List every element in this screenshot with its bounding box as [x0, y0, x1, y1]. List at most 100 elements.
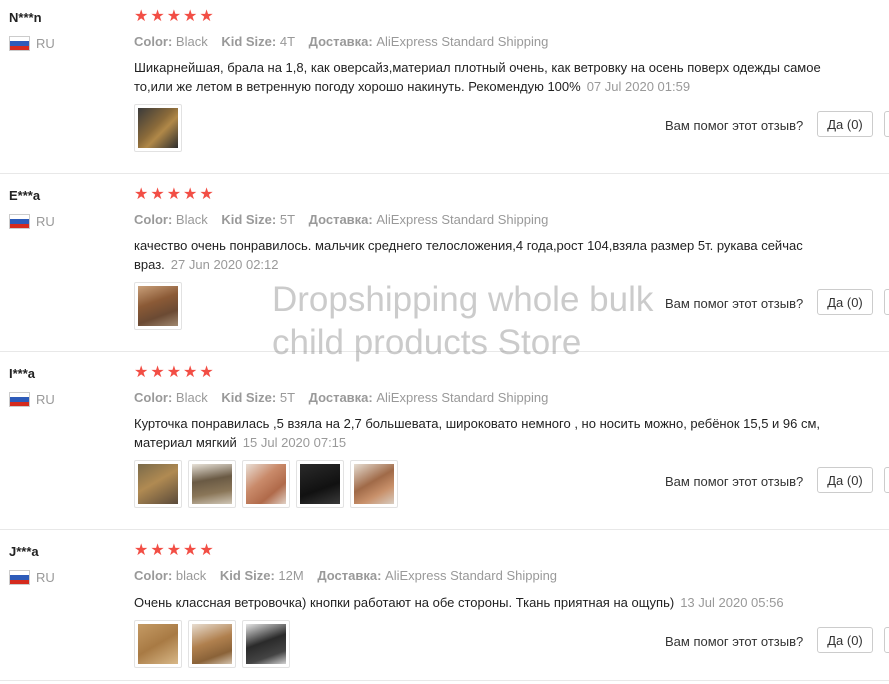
order-attributes: Color: Black Kid Size: 5T Доставка: AliE… [134, 390, 558, 405]
russia-flag-icon [9, 392, 30, 407]
star-icon: ★ [166, 8, 182, 25]
review-date: 15 Jul 2020 07:15 [242, 435, 347, 450]
star-icon: ★ [150, 8, 165, 25]
review-card: I***a RU ★ ★ ★ ★ ★ Color: Black Kid Size: 5T… [0, 352, 889, 530]
reviewer-country: RU [9, 36, 55, 51]
shipping-value: AliExpress Standard Shipping [385, 568, 558, 583]
review-photos [134, 620, 290, 668]
helpful-prompt: Вам помог этот отзыв? [665, 296, 804, 311]
star-icon: ★ [166, 542, 182, 559]
size-label: Kid Size: [219, 568, 275, 583]
review-photo[interactable] [188, 460, 236, 508]
review-photo[interactable] [134, 620, 182, 668]
country-code: RU [36, 214, 55, 229]
helpful-yes-button[interactable]: Да (0) [817, 289, 873, 315]
review-photo[interactable] [296, 460, 344, 508]
review-text: Курточка понравилась ,5 взяла на 2,7 бол… [134, 416, 821, 450]
order-attributes: Color: Black Kid Size: 4T Доставка: AliE… [134, 34, 558, 49]
helpful-no-button[interactable] [884, 467, 889, 493]
color-value: black [175, 568, 207, 583]
size-value: 12M [278, 568, 304, 583]
helpful-prompt: Вам помог этот отзыв? [665, 474, 804, 489]
order-attributes: Color: Black Kid Size: 5T Доставка: AliE… [134, 212, 558, 227]
star-icon: ★ [166, 186, 182, 203]
review-card: N***n RU ★ ★ ★ ★ ★ Color: Black Kid Size: 4T… [0, 0, 889, 174]
star-icon: ★ [183, 8, 198, 25]
helpful-no-button[interactable] [884, 111, 889, 137]
size-label: Kid Size: [221, 34, 277, 49]
delivery-label: Доставка: [317, 568, 382, 583]
review-date: 27 Jun 2020 02:12 [170, 257, 279, 272]
star-rating: ★ ★ ★ ★ ★ [134, 365, 214, 381]
review-date: 07 Jul 2020 01:59 [586, 79, 691, 94]
helpful-yes-button[interactable]: Да (0) [817, 627, 873, 653]
reviewer-name: E***a [9, 188, 41, 203]
reviewer-country: RU [9, 392, 55, 407]
star-icon: ★ [134, 186, 149, 203]
star-rating: ★ ★ ★ ★ ★ [134, 9, 214, 25]
reviewer-name: J***a [9, 544, 39, 559]
helpful-no-button[interactable] [884, 289, 889, 315]
star-icon: ★ [134, 8, 149, 25]
review-photos [134, 104, 182, 152]
reviewer-country: RU [9, 214, 55, 229]
star-icon: ★ [199, 8, 214, 25]
review-photos [134, 460, 398, 508]
delivery-label: Доставка: [308, 390, 373, 405]
color-label: Color: [134, 34, 173, 49]
size-value: 5T [279, 390, 296, 405]
review-card: E***a RU ★ ★ ★ ★ ★ Color: Black Kid Size: 5T… [0, 174, 889, 352]
star-icon: ★ [150, 186, 165, 203]
size-label: Kid Size: [221, 212, 277, 227]
size-label: Kid Size: [221, 390, 277, 405]
review-photos [134, 282, 182, 330]
review-photo[interactable] [188, 620, 236, 668]
review-photo[interactable] [134, 104, 182, 152]
review-photo[interactable] [134, 460, 182, 508]
star-icon: ★ [134, 542, 149, 559]
size-value: 4T [279, 34, 296, 49]
delivery-label: Доставка: [308, 34, 373, 49]
shipping-value: AliExpress Standard Shipping [376, 212, 549, 227]
review-card: J***a RU ★ ★ ★ ★ ★ Color: black Kid Size: 12… [0, 530, 889, 681]
russia-flag-icon [9, 214, 30, 229]
shipping-value: AliExpress Standard Shipping [376, 390, 549, 405]
star-icon: ★ [183, 364, 198, 381]
color-value: Black [175, 34, 208, 49]
star-rating: ★ ★ ★ ★ ★ [134, 187, 214, 203]
country-code: RU [36, 570, 55, 585]
color-label: Color: [134, 212, 173, 227]
review-photo[interactable] [242, 460, 290, 508]
color-label: Color: [134, 390, 173, 405]
country-code: RU [36, 392, 55, 407]
helpful-yes-button[interactable]: Да (0) [817, 111, 873, 137]
color-label: Color: [134, 568, 173, 583]
reviewer-name: I***a [9, 366, 36, 381]
star-icon: ★ [183, 542, 198, 559]
star-icon: ★ [134, 364, 149, 381]
star-icon: ★ [150, 542, 165, 559]
star-icon: ★ [183, 186, 198, 203]
size-value: 5T [279, 212, 296, 227]
star-icon: ★ [199, 364, 214, 381]
reviewer-name: N***n [9, 10, 42, 25]
review-text: Шикарнейшая, брала на 1,8, как оверсайз,… [134, 60, 821, 94]
helpful-prompt: Вам помог этот отзыв? [665, 634, 804, 649]
star-rating: ★ ★ ★ ★ ★ [134, 543, 214, 559]
reviewer-country: RU [9, 570, 55, 585]
color-value: Black [175, 212, 208, 227]
review-text: качество очень понравилось. мальчик сред… [134, 238, 803, 272]
shipping-value: AliExpress Standard Shipping [376, 34, 549, 49]
review-photo[interactable] [350, 460, 398, 508]
helpful-yes-button[interactable]: Да (0) [817, 467, 873, 493]
helpful-no-button[interactable] [884, 627, 889, 653]
country-code: RU [36, 36, 55, 51]
star-icon: ★ [199, 542, 214, 559]
star-icon: ★ [150, 364, 165, 381]
delivery-label: Доставка: [308, 212, 373, 227]
review-photo[interactable] [242, 620, 290, 668]
order-attributes: Color: black Kid Size: 12M Доставка: Ali… [134, 568, 567, 583]
review-photo[interactable] [134, 282, 182, 330]
color-value: Black [175, 390, 208, 405]
star-icon: ★ [166, 364, 182, 381]
